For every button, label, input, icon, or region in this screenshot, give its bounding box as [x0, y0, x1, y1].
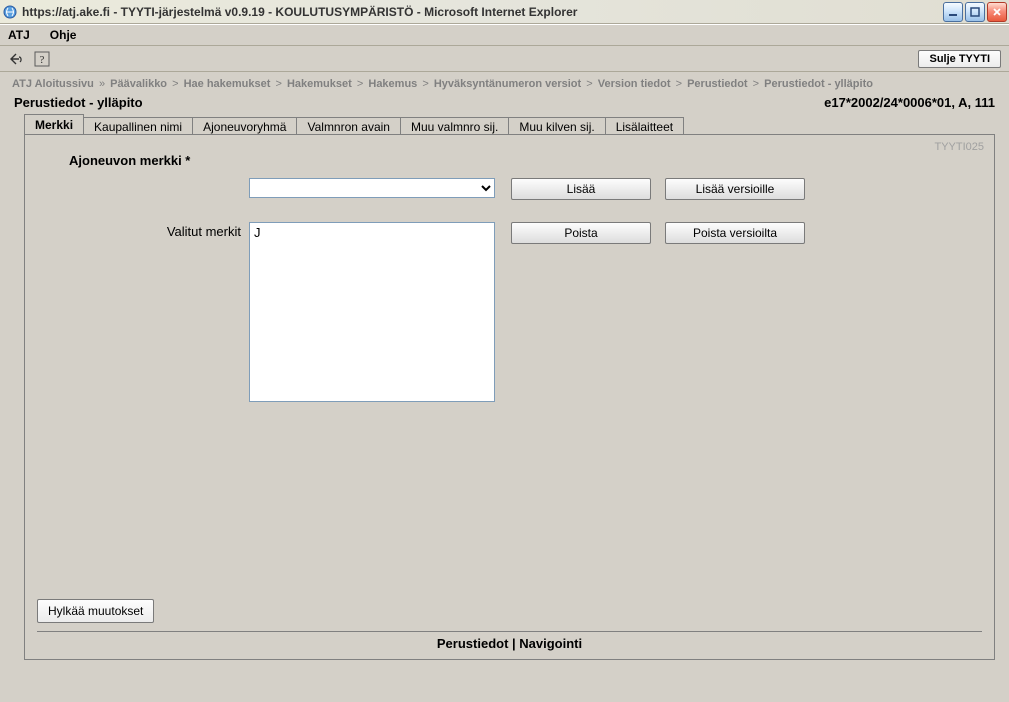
menu-ohje[interactable]: Ohje	[50, 28, 77, 42]
tab-label: Valmnron avain	[307, 120, 390, 134]
bc-hakemus[interactable]: Hakemus	[368, 78, 417, 90]
bc-aloitussivu[interactable]: ATJ Aloitussivu	[12, 78, 94, 90]
bc-hyvaksyntanumeron-versiot[interactable]: Hyväksyntänumeron versiot	[434, 78, 581, 90]
panel-code: TYYTI025	[934, 141, 984, 153]
lisaa-versioille-button[interactable]: Lisää versioille	[665, 178, 805, 200]
merkki-select[interactable]	[249, 178, 495, 198]
tab-muu-valmnro-sij[interactable]: Muu valmnro sij.	[400, 117, 509, 135]
tab-label: Ajoneuvoryhmä	[203, 120, 286, 134]
bc-sep: >	[357, 78, 363, 90]
help-icon[interactable]: ?	[34, 51, 50, 67]
bc-sep: >	[586, 78, 592, 90]
hylkaa-muutokset-button[interactable]: Hylkää muutokset	[37, 599, 154, 623]
tab-label: Merkki	[35, 118, 73, 132]
nav-toolbar: ? Sulje TYYTI	[0, 46, 1009, 72]
tab-ajoneuvoryhma[interactable]: Ajoneuvoryhmä	[192, 117, 297, 135]
window-title: https://atj.ake.fi - TYYTI-järjestelmä v…	[22, 5, 943, 19]
tab-kaupallinen-nimi[interactable]: Kaupallinen nimi	[83, 117, 193, 135]
bc-sep: »	[99, 78, 105, 90]
page-reference-code: e17*2002/24*0006*01, A, 111	[824, 95, 995, 110]
ie-app-icon	[2, 4, 18, 20]
close-app-button[interactable]: Sulje TYYTI	[918, 50, 1001, 68]
empty-label	[69, 178, 249, 180]
maximize-button[interactable]	[965, 2, 985, 22]
bc-hae-hakemukset[interactable]: Hae hakemukset	[184, 78, 271, 90]
page-title: Perustiedot - ylläpito	[14, 95, 143, 110]
lisaa-button[interactable]: Lisää	[511, 178, 651, 200]
tab-lisalaitteet[interactable]: Lisälaitteet	[605, 117, 684, 135]
bc-sep: >	[676, 78, 682, 90]
tab-merkki[interactable]: Merkki	[24, 114, 84, 134]
minimize-button[interactable]	[943, 2, 963, 22]
close-button[interactable]	[987, 2, 1007, 22]
bc-sep: >	[172, 78, 178, 90]
menubar: ATJ Ohje	[0, 24, 1009, 46]
bc-perustiedot[interactable]: Perustiedot	[687, 78, 748, 90]
breadcrumb: ATJ Aloitussivu » Päävalikko > Hae hakem…	[0, 72, 1009, 93]
bc-sep: >	[753, 78, 759, 90]
tab-muu-kilven-sij[interactable]: Muu kilven sij.	[508, 117, 605, 135]
poista-versioilta-button[interactable]: Poista versioilta	[665, 222, 805, 244]
list-item[interactable]: J	[254, 225, 490, 240]
bc-paavalikko[interactable]: Päävalikko	[110, 78, 167, 90]
valitut-merkit-row: Valitut merkit J Poista Poista versioilt…	[69, 222, 972, 402]
tab-strip: Merkki Kaupallinen nimi Ajoneuvoryhmä Va…	[24, 114, 995, 134]
poista-button[interactable]: Poista	[511, 222, 651, 244]
valitut-merkit-listbox[interactable]: J	[249, 222, 495, 402]
bc-sep: >	[422, 78, 428, 90]
window-titlebar: https://atj.ake.fi - TYYTI-järjestelmä v…	[0, 0, 1009, 24]
tab-container: Merkki Kaupallinen nimi Ajoneuvoryhmä Va…	[0, 114, 1009, 660]
tab-valmnron-avain[interactable]: Valmnron avain	[296, 117, 401, 135]
tab-label: Lisälaitteet	[616, 120, 673, 134]
merkki-select-row: Lisää Lisää versioille	[69, 178, 972, 200]
footer-nav[interactable]: Perustiedot | Navigointi	[37, 631, 982, 651]
tab-panel-merkki: TYYTI025 Ajoneuvon merkki * Lisää Lisää …	[24, 134, 995, 660]
page-header: Perustiedot - ylläpito e17*2002/24*0006*…	[0, 93, 1009, 114]
svg-text:?: ?	[40, 54, 45, 66]
back-arrow-icon[interactable]	[8, 51, 24, 67]
tab-label: Muu valmnro sij.	[411, 120, 498, 134]
tab-label: Kaupallinen nimi	[94, 120, 182, 134]
menu-atj[interactable]: ATJ	[8, 28, 30, 42]
panel-footer: Hylkää muutokset Perustiedot | Navigoint…	[37, 599, 982, 651]
valitut-merkit-label: Valitut merkit	[69, 222, 249, 239]
bc-version-tiedot[interactable]: Version tiedot	[598, 78, 671, 90]
bc-hakemukset[interactable]: Hakemukset	[287, 78, 352, 90]
window-controls	[943, 2, 1007, 22]
bc-current: Perustiedot - ylläpito	[764, 78, 873, 90]
ajoneuvon-merkki-label: Ajoneuvon merkki *	[69, 153, 972, 168]
bc-sep: >	[275, 78, 281, 90]
tab-label: Muu kilven sij.	[519, 120, 594, 134]
